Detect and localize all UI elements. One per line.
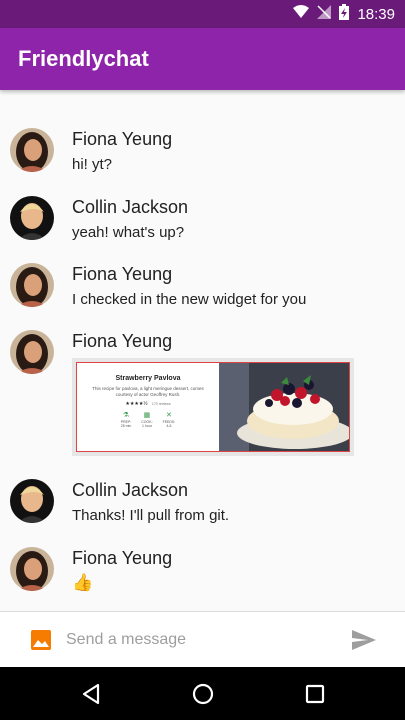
recipe-info: Strawberry Pavlova This recipe for pavlo… (77, 363, 219, 451)
recipe-reviews: 170 reviews (151, 402, 171, 406)
stat-value: 4-6 (166, 424, 172, 428)
send-icon (352, 630, 376, 650)
stat-value: 1 hour (141, 424, 152, 428)
recipe-card-inner: Strawberry Pavlova This recipe for pavlo… (76, 362, 350, 452)
stat-value: 25 min (120, 424, 132, 428)
recipe-stat-feeds: ✕ FEEDS: 4-6 (163, 412, 176, 428)
recents-button[interactable] (302, 681, 328, 707)
home-button[interactable] (190, 681, 216, 707)
sender-name: Fiona Yeung (72, 331, 173, 351)
home-icon (192, 683, 214, 705)
recipe-stat-prep: ⚗ PREP: 25 min (121, 412, 132, 428)
back-button[interactable] (78, 681, 104, 707)
app-bar: Friendlychat (0, 28, 405, 90)
message-list[interactable]: Fiona Yeung hi! yt? Collin Jackson yeah!… (0, 90, 405, 610)
timer-icon: ▦ (143, 412, 151, 419)
message-text: hi! yt? (72, 156, 113, 173)
app-title: Friendlychat (18, 46, 149, 71)
recipe-photo (219, 363, 349, 451)
send-button[interactable] (350, 628, 378, 652)
avatar-fiona (10, 547, 54, 591)
recipe-description: This recipe for pavlova, a light meringu… (92, 386, 204, 397)
navigation-bar (0, 667, 405, 720)
recents-icon (305, 684, 325, 704)
recipe-card[interactable]: Strawberry Pavlova This recipe for pavlo… (72, 358, 354, 456)
avatar-collin (10, 479, 54, 523)
recipe-title: Strawberry Pavlova (115, 375, 181, 382)
recipe-stats: ⚗ PREP: 25 min ▦ COOK: 1 hour ✕ FEEDS: 4… (77, 412, 219, 428)
sender-name: Fiona Yeung (72, 548, 173, 568)
wifi-icon (293, 4, 310, 24)
avatar-fiona (10, 330, 54, 374)
battery-charging-icon (339, 3, 350, 25)
prep-icon: ⚗ (122, 412, 130, 419)
thumbs-up-emoji: 👍 (72, 573, 94, 592)
avatar-collin (10, 196, 54, 240)
recipe-stars: ★★★★½ (125, 401, 148, 407)
message-text: Thanks! I'll pull from git. (72, 507, 230, 524)
avatar-fiona (10, 128, 54, 172)
status-bar: 18:39 (0, 0, 405, 28)
back-icon (82, 683, 100, 705)
avatar-fiona (10, 263, 54, 307)
status-time: 18:39 (357, 5, 395, 23)
sender-name: Collin Jackson (72, 480, 189, 500)
cutlery-icon: ✕ (165, 412, 172, 419)
gallery-button[interactable] (30, 629, 52, 651)
message-text: I checked in the new widget for you (72, 291, 307, 308)
image-icon (31, 630, 51, 650)
sender-name: Fiona Yeung (72, 264, 173, 284)
message-text: yeah! what's up? (72, 224, 185, 241)
sender-name: Collin Jackson (72, 197, 189, 217)
sender-name: Fiona Yeung (72, 129, 173, 149)
message-composer (0, 611, 405, 667)
recipe-rating: ★★★★½ 170 reviews (77, 401, 219, 407)
no-signal-icon (317, 4, 332, 24)
status-icons: 18:39 (293, 0, 395, 28)
recipe-stat-cook: ▦ COOK: 1 hour (141, 412, 152, 428)
message-input[interactable] (66, 625, 338, 655)
